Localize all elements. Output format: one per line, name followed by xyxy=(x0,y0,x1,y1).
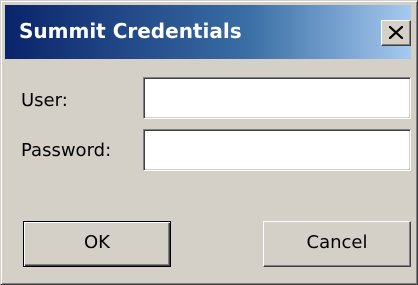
password-label: Password: xyxy=(21,140,112,161)
cancel-button[interactable]: Cancel xyxy=(263,221,411,267)
close-icon xyxy=(389,26,403,39)
close-button[interactable] xyxy=(381,20,411,46)
user-input[interactable] xyxy=(143,77,411,119)
credentials-dialog: Summit Credentials User: Password: OK Ca… xyxy=(0,0,418,285)
user-label: User: xyxy=(21,90,68,111)
title-bar[interactable]: Summit Credentials xyxy=(5,5,411,59)
password-input[interactable] xyxy=(143,129,411,171)
ok-button[interactable]: OK xyxy=(23,221,171,267)
window-title: Summit Credentials xyxy=(19,19,242,43)
